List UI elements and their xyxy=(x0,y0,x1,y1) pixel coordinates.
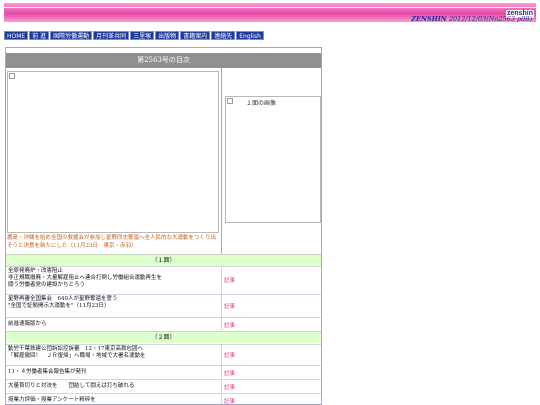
article-title[interactable]: 動労千葉鉄建公団訴訟控訴審 12・17東京高裁包囲へ 「解雇撤回！ ＪＲ復帰」へ… xyxy=(8,346,218,360)
article-row: 授業力評価・授業アンケート粉砕を 記事 xyxy=(6,393,321,404)
feature-left: 農島・沖縄を始め全国の救援会が参加し星野同志奪還へ全人民的な大運動をつくり出そう… xyxy=(6,68,222,264)
article-title[interactable]: 全原発廃炉・改憲阻止 非正規職撤廃・大量解雇阻止へ連合打倒し労働組合運動再生を … xyxy=(8,268,218,289)
toc-title: 第2563号の目次 xyxy=(6,53,321,68)
page1-image[interactable]: １面の画像 xyxy=(225,96,321,223)
feature-area: 農島・沖縄を始め全国の救援会が参加し星野同志奪還へ全人民的な大運動をつくり出そう… xyxy=(6,68,321,264)
article-row: 全原発廃炉・改憲阻止 非正規職撤廃・大量解雇阻止へ連合打倒し労働組合運動再生を … xyxy=(6,266,321,294)
feature-caption: 農島・沖縄を始め全国の救援会が参加し星野同志奪還へ全人民的な大運動をつくり出そう… xyxy=(7,235,217,249)
nav-monthly[interactable]: 月刊革共同 xyxy=(93,31,130,40)
article-link[interactable]: 記事 xyxy=(224,383,235,391)
article-row: 11・４労働者集会報告集が発刊 記事 xyxy=(6,365,321,378)
row-divider xyxy=(221,318,222,330)
page1-image-alt: １面の画像 xyxy=(246,100,277,107)
section-header-page1: （１面） xyxy=(6,254,321,266)
row-divider xyxy=(221,366,222,378)
edition-info: ZENSHIN 2012/12/03(No2563 p08) xyxy=(411,15,532,23)
row-divider xyxy=(221,394,222,404)
article-title[interactable]: 授業力評価・授業アンケート粉砕を xyxy=(8,397,218,404)
nav-zenshin[interactable]: 前 進 xyxy=(29,31,50,40)
main-nav: HOME 前 進 国際労働運動 月刊革共同 三里塚 出版物 書籍案内 連絡先 E… xyxy=(4,31,264,40)
nav-publications[interactable]: 出版物 xyxy=(155,31,180,40)
article-link[interactable]: 記事 xyxy=(224,351,235,359)
article-row: 前進速報版から 記事 xyxy=(6,317,321,330)
article-row: 動労千葉鉄建公団訴訟控訴審 12・17東京高裁包囲へ 「解雇撤回！ ＪＲ復帰」へ… xyxy=(6,344,321,365)
row-divider xyxy=(221,295,222,317)
feature-photo[interactable] xyxy=(7,71,219,233)
article-link[interactable]: 記事 xyxy=(224,321,235,329)
article-link[interactable]: 記事 xyxy=(224,276,235,284)
nav-contact[interactable]: 連絡先 xyxy=(211,31,236,40)
toc-table: 第2563号の目次 農島・沖縄を始め全国の救援会が参加し星野同志奪還へ全人民的な… xyxy=(5,47,322,405)
nav-english[interactable]: English xyxy=(236,31,264,40)
article-title[interactable]: 星野再審全国集会 640人が星野奪還を誓う "全国で証拠開示大運動を"（11月2… xyxy=(8,296,218,310)
article-title[interactable]: 前進速報版から xyxy=(8,321,218,328)
row-divider xyxy=(221,267,222,294)
edition-prefix: ZENSHIN xyxy=(411,15,447,23)
article-link[interactable]: 記事 xyxy=(224,302,235,310)
article-title[interactable]: 11・４労働者集会報告集が発刊 xyxy=(8,369,218,376)
row-divider xyxy=(221,380,222,392)
article-title[interactable]: 大量首切りと対決を 団結して闘えば打ち破れる xyxy=(8,383,218,390)
broken-image-icon xyxy=(9,73,15,79)
article-link[interactable]: 記事 xyxy=(224,369,235,377)
nav-sanrizuka[interactable]: 三里塚 xyxy=(130,31,155,40)
article-row: 星野再審全国集会 640人が星野奪還を誓う "全国で証拠開示大運動を"（11月2… xyxy=(6,294,321,317)
nav-home[interactable]: HOME xyxy=(4,31,29,40)
section-header-page2: （２面） xyxy=(6,331,321,343)
article-link[interactable]: 記事 xyxy=(224,397,235,404)
nav-books[interactable]: 書籍案内 xyxy=(180,31,211,40)
article-row: 大量首切りと対決を 団結して闘えば打ち破れる 記事 xyxy=(6,379,321,392)
edition-date: 2012/12/03(No2563 p08) xyxy=(448,15,532,23)
header-stripe xyxy=(4,7,536,8)
broken-image-icon xyxy=(227,98,233,104)
nav-international-labor[interactable]: 国際労働運動 xyxy=(50,31,93,40)
row-divider xyxy=(221,345,222,365)
